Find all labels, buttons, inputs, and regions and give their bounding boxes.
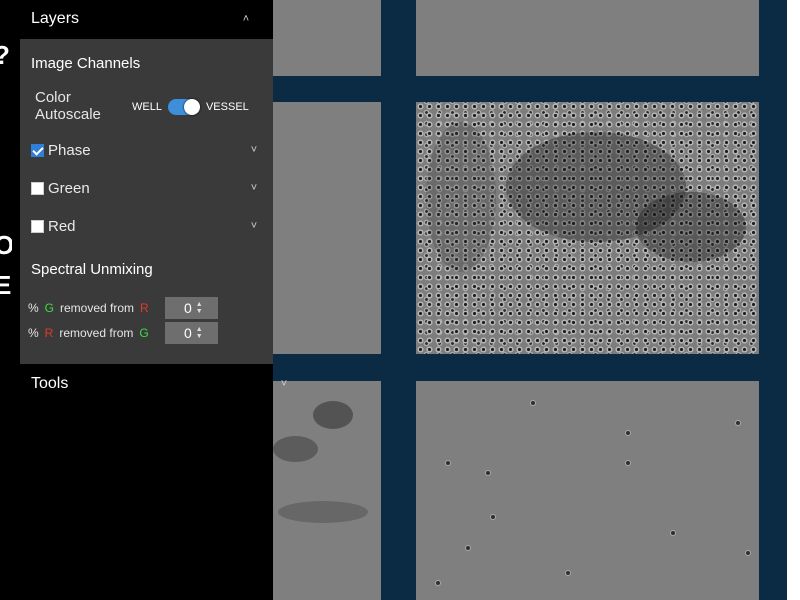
cell-cluster [426,122,496,272]
cropped-edge-text: ? I O E [0,0,12,600]
image-tile-bottom-left[interactable] [273,381,381,600]
toggle-knob [183,99,200,115]
stepper-value: 0 [183,300,192,316]
layers-panel: Image Channels Color Autoscale WELL VESS… [20,39,273,364]
double-chevron-down-icon[interactable]: ˅ [246,182,262,194]
channel-row-red[interactable]: Red ˅ [31,215,262,237]
channel-row-green[interactable]: Green ˅ [31,177,262,199]
stepper-arrows-icon[interactable]: ▲ ▼ [196,326,209,340]
source-channel-r: R [44,326,54,340]
image-tile-middle-right[interactable] [416,102,759,354]
double-chevron-down-icon[interactable]: ˅ [276,378,292,390]
color-autoscale-line1: Color [35,89,71,106]
stepper-arrows-icon[interactable]: ▲ ▼ [196,301,209,315]
cell-dot [626,461,630,465]
double-chevron-down-icon[interactable]: ˅ [246,220,262,232]
green-label: Green [48,179,90,197]
autoscale-toggle-row: WELL VESSEL [132,99,249,115]
cell-dot [736,421,740,425]
image-tile-top-left[interactable] [273,0,381,76]
cell-dot [671,531,675,535]
cell-cluster [278,501,368,523]
cell-dot [436,581,440,585]
color-autoscale-line2: Autoscale [35,106,101,123]
removed-from-text: removed from [59,326,134,340]
cell-cluster [636,192,746,262]
double-chevron-down-icon[interactable]: ˅ [246,144,262,156]
double-chevron-up-icon[interactable]: ˄ [238,13,254,25]
image-tile-bottom-right[interactable] [416,381,759,600]
layers-title: Layers [31,10,80,27]
image-tile-top-right[interactable] [416,0,759,76]
toggle-label-well: WELL [132,101,162,113]
layers-header[interactable]: Layers ˄ [12,0,273,38]
cell-dot [446,461,450,465]
phase-checkbox[interactable] [31,143,44,157]
cell-dot [626,431,630,435]
red-checkbox[interactable] [31,219,44,233]
sidebar: Layers ˄ Image Channels Color Autoscale … [12,0,287,600]
source-channel-g: G [44,301,55,315]
right-edge-strip [787,0,800,600]
green-checkbox[interactable] [31,181,44,195]
unmix-row-r-from-g: % R removed from G 0 ▲ ▼ [28,322,218,344]
cell-cluster [273,436,318,462]
image-tile-middle-left[interactable] [273,102,381,354]
tools-title: Tools [31,375,69,392]
autoscale-toggle-switch[interactable] [167,99,200,115]
spectral-unmixing-title: Spectral Unmixing [31,261,153,278]
percent-symbol: % [28,301,39,315]
unmix-value-stepper-2[interactable]: 0 ▲ ▼ [164,322,218,344]
cell-dot [486,471,490,475]
cell-dot [746,551,750,555]
stepper-value: 0 [183,325,192,341]
cell-cluster [313,401,353,429]
cell-dot [466,546,470,550]
image-channels-title: Image Channels [31,55,141,72]
channel-row-phase[interactable]: Phase ˅ [31,139,262,161]
color-autoscale-label: Color Autoscale [35,89,101,123]
unmix-value-stepper-1[interactable]: 0 ▲ ▼ [164,297,218,319]
removed-from-text: removed from [60,301,135,315]
toggle-label-vessel: VESSEL [205,101,249,113]
target-channel-g: G [139,326,149,340]
tools-header[interactable]: Tools ˅ [12,365,311,403]
phase-label: Phase [48,141,91,159]
target-channel-r: R [140,301,149,315]
cell-dot [531,401,535,405]
cell-dot [491,515,495,519]
unmix-row-g-from-r: % G removed from R 0 ▲ ▼ [28,297,218,319]
cell-dot [566,571,570,575]
image-viewer[interactable] [273,0,787,600]
percent-symbol: % [28,326,39,340]
red-label: Red [48,217,76,235]
